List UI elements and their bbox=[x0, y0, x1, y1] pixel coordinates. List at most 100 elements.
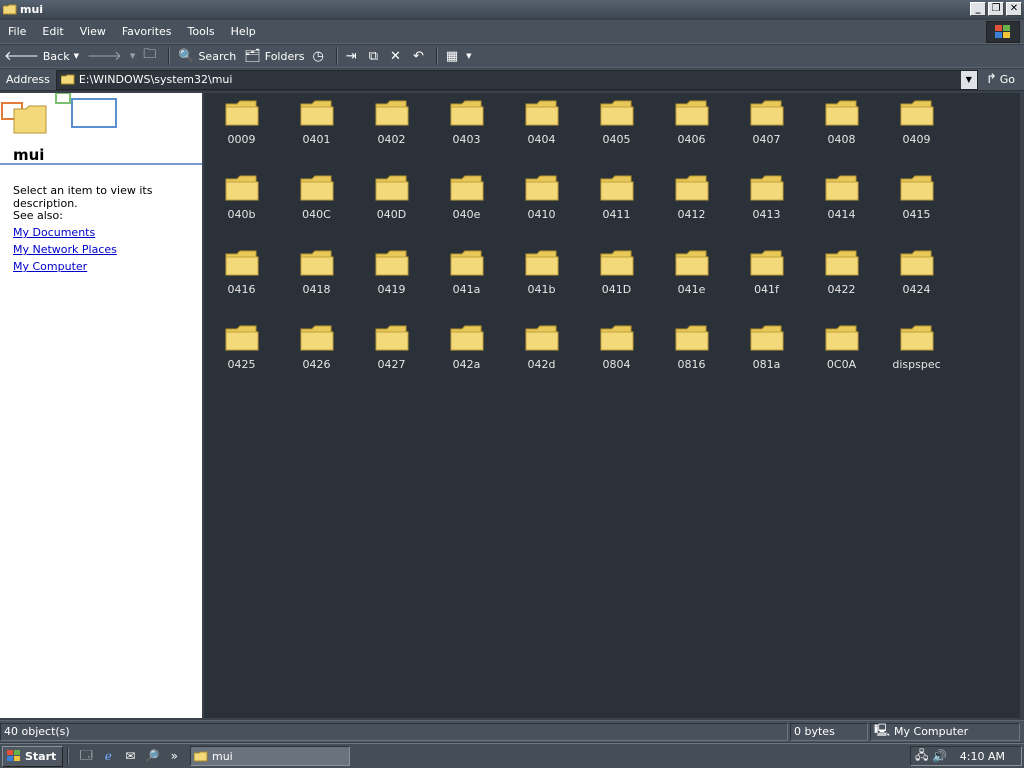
folder-item[interactable]: 0412 bbox=[654, 168, 729, 243]
folder-item[interactable]: 0406 bbox=[654, 93, 729, 168]
folder-item[interactable]: 0C0A bbox=[804, 318, 879, 393]
go-arrow-icon: ↱ bbox=[985, 72, 997, 87]
folder-icon bbox=[300, 175, 333, 201]
folder-icon bbox=[825, 100, 858, 126]
folder-item[interactable]: 041D bbox=[579, 243, 654, 318]
folder-item[interactable]: 0416 bbox=[204, 243, 279, 318]
search-button[interactable]: 🔍 Search bbox=[178, 46, 236, 66]
folder-item[interactable]: 0408 bbox=[804, 93, 879, 168]
folder-label: 0424 bbox=[902, 283, 931, 296]
folder-item[interactable]: 041f bbox=[729, 243, 804, 318]
folder-item[interactable]: 0414 bbox=[804, 168, 879, 243]
folder-grid: 0009 0401 0402 0403 0404 0405 0406 0407 0408 0409… bbox=[204, 93, 954, 393]
folder-item[interactable]: 0426 bbox=[279, 318, 354, 393]
back-button[interactable]: 🡐 Back ▼ bbox=[4, 46, 79, 66]
restore-button[interactable]: ❐ bbox=[988, 2, 1004, 16]
folder-item[interactable]: 0419 bbox=[354, 243, 429, 318]
forward-button[interactable]: 🡒 ▼ bbox=[87, 46, 135, 66]
folder-banner-icon bbox=[1, 93, 117, 134]
menu-help[interactable]: Help bbox=[223, 25, 264, 38]
move-to-button[interactable]: ⇥ bbox=[346, 46, 361, 66]
folder-item[interactable]: 0409 bbox=[879, 93, 954, 168]
file-list-view[interactable]: 0009 0401 0402 0403 0404 0405 0406 0407 0408 0409… bbox=[204, 93, 1020, 718]
volume-tray-icon[interactable]: 🔊 bbox=[932, 749, 947, 763]
folder-item[interactable]: 0424 bbox=[879, 243, 954, 318]
status-object-count: 40 object(s) bbox=[0, 722, 788, 741]
start-button[interactable]: Start bbox=[2, 745, 64, 767]
link-my-documents[interactable]: My Documents bbox=[13, 226, 95, 239]
folder-item[interactable]: 0407 bbox=[729, 93, 804, 168]
folder-item[interactable]: 0413 bbox=[729, 168, 804, 243]
chevron-down-icon[interactable]: ▼ bbox=[466, 52, 471, 60]
folder-item[interactable]: 040D bbox=[354, 168, 429, 243]
status-bar: 40 object(s) 0 bytes 🖳 My Computer bbox=[0, 720, 1024, 742]
history-button[interactable]: ◷ bbox=[313, 46, 328, 66]
folder-icon bbox=[375, 325, 408, 351]
folder-icon bbox=[825, 175, 858, 201]
folder-label: 0404 bbox=[527, 133, 556, 146]
minimize-button[interactable]: _ bbox=[970, 2, 986, 16]
folder-item[interactable]: 0425 bbox=[204, 318, 279, 393]
windows-logo-icon bbox=[986, 21, 1020, 43]
menu-view[interactable]: View bbox=[72, 25, 114, 38]
folder-item[interactable]: 0418 bbox=[279, 243, 354, 318]
taskbar-window-button[interactable]: mui bbox=[190, 746, 350, 766]
folder-item[interactable]: 041e bbox=[654, 243, 729, 318]
folder-icon bbox=[300, 250, 333, 276]
chevron-down-icon[interactable]: ▼ bbox=[130, 52, 135, 60]
menu-tools[interactable]: Tools bbox=[180, 25, 223, 38]
folder-item[interactable]: 0411 bbox=[579, 168, 654, 243]
chevron-down-icon[interactable]: ▼ bbox=[960, 70, 977, 89]
views-button[interactable]: ▦ ▼ bbox=[446, 46, 472, 66]
delete-button[interactable]: ✕ bbox=[390, 46, 405, 66]
quicklaunch-more-icon[interactable]: » bbox=[165, 747, 183, 765]
address-input[interactable]: E:\WINDOWS\system32\mui ▼ bbox=[55, 69, 978, 90]
folder-item[interactable]: 0405 bbox=[579, 93, 654, 168]
folder-item[interactable]: 0422 bbox=[804, 243, 879, 318]
folder-item[interactable]: 0401 bbox=[279, 93, 354, 168]
folder-item[interactable]: 0009 bbox=[204, 93, 279, 168]
folder-item[interactable]: 042a bbox=[429, 318, 504, 393]
show-desktop-icon[interactable]: 🗔 bbox=[77, 747, 95, 765]
folder-item[interactable]: 0403 bbox=[429, 93, 504, 168]
folder-item[interactable]: 0427 bbox=[354, 318, 429, 393]
menu-file[interactable]: File bbox=[0, 25, 34, 38]
up-folder-button[interactable]: 🗀 bbox=[143, 46, 160, 66]
folder-item[interactable]: 0415 bbox=[879, 168, 954, 243]
internet-explorer-icon[interactable]: ℯ bbox=[99, 747, 117, 765]
menu-favorites[interactable]: Favorites bbox=[114, 25, 180, 38]
folder-item[interactable]: 0402 bbox=[354, 93, 429, 168]
folder-item[interactable]: dispspec bbox=[879, 318, 954, 393]
folder-label: 041b bbox=[527, 283, 556, 296]
folder-item[interactable]: 081a bbox=[729, 318, 804, 393]
folder-item[interactable]: 0410 bbox=[504, 168, 579, 243]
copy-to-icon: ⧉ bbox=[368, 48, 379, 64]
folders-button[interactable]: 🗂 Folders bbox=[244, 46, 304, 66]
folder-item[interactable]: 0404 bbox=[504, 93, 579, 168]
copy-to-button[interactable]: ⧉ bbox=[369, 46, 382, 66]
folder-item[interactable]: 040C bbox=[279, 168, 354, 243]
folder-item[interactable]: 040e bbox=[429, 168, 504, 243]
explorer-icon[interactable]: 🔎 bbox=[143, 747, 161, 765]
clock[interactable]: 4:10 AM bbox=[960, 750, 1005, 763]
menu-edit[interactable]: Edit bbox=[34, 25, 71, 38]
close-button[interactable]: ✕ bbox=[1006, 2, 1022, 16]
address-label: Address bbox=[6, 73, 50, 86]
link-my-computer[interactable]: My Computer bbox=[13, 260, 87, 273]
folder-icon bbox=[900, 250, 933, 276]
network-tray-icon[interactable]: 🖧 bbox=[915, 746, 928, 767]
folder-label: 041e bbox=[677, 283, 706, 296]
undo-button[interactable]: ↶ bbox=[413, 46, 428, 66]
folder-item[interactable]: 041a bbox=[429, 243, 504, 318]
views-icon: ▦ bbox=[445, 48, 459, 64]
folder-item[interactable]: 0816 bbox=[654, 318, 729, 393]
folder-item[interactable]: 042d bbox=[504, 318, 579, 393]
folder-item[interactable]: 040b bbox=[204, 168, 279, 243]
folder-item[interactable]: 0804 bbox=[579, 318, 654, 393]
go-button[interactable]: ↱ Go bbox=[986, 72, 1015, 87]
folder-item[interactable]: 041b bbox=[504, 243, 579, 318]
folder-icon bbox=[600, 325, 633, 351]
chevron-down-icon[interactable]: ▼ bbox=[74, 52, 79, 60]
link-my-network-places[interactable]: My Network Places bbox=[13, 243, 117, 256]
outlook-express-icon[interactable]: ✉ bbox=[121, 747, 139, 765]
